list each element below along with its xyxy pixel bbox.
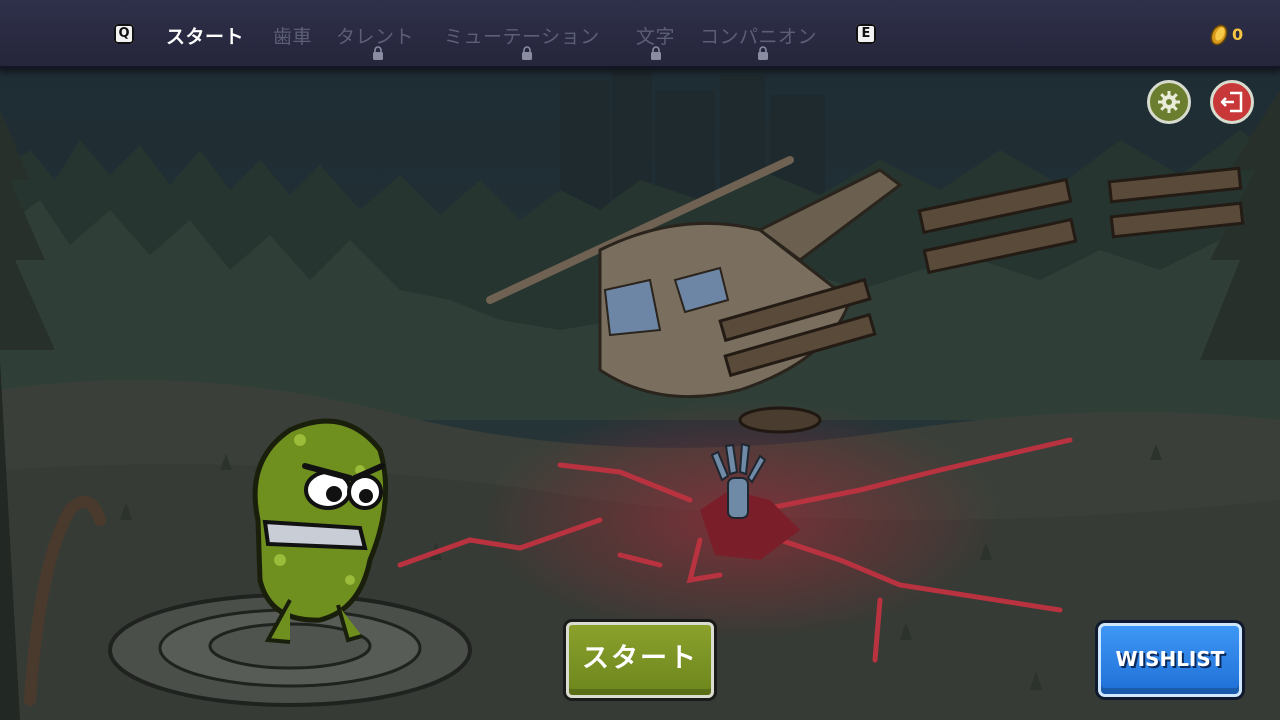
lock-icon [651,46,661,60]
game-screen: Q スタート 歯車 タレント ミューテーション 文字 コンパニオン E 0 スタ… [0,0,1280,720]
forest-crash-scene [0,0,1280,720]
lock-icon [522,46,532,60]
prev-tab-key-q[interactable]: Q [114,24,134,44]
top-nav-bar: Q スタート 歯車 タレント ミューテーション 文字 コンパニオン E 0 [0,0,1280,69]
tab-mutation[interactable]: ミューテーション [444,22,600,49]
tab-characters[interactable]: 文字 [636,22,675,49]
tab-gear[interactable]: 歯車 [273,22,312,49]
coin-count: 0 [1232,25,1244,44]
coin-icon [1210,24,1228,46]
lock-icon [373,46,383,60]
exit-button[interactable] [1210,80,1254,124]
wishlist-button[interactable]: WISHLIST [1098,623,1242,697]
start-button[interactable]: スタート [566,622,714,698]
tab-talent[interactable]: タレント [336,22,414,49]
lock-icon [758,46,768,60]
exit-door-icon [1220,91,1243,113]
settings-button[interactable] [1147,80,1191,124]
tab-start[interactable]: スタート [166,22,244,49]
gear-icon [1158,91,1180,113]
next-tab-key-e[interactable]: E [856,24,876,44]
tab-companion[interactable]: コンパニオン [700,22,817,49]
